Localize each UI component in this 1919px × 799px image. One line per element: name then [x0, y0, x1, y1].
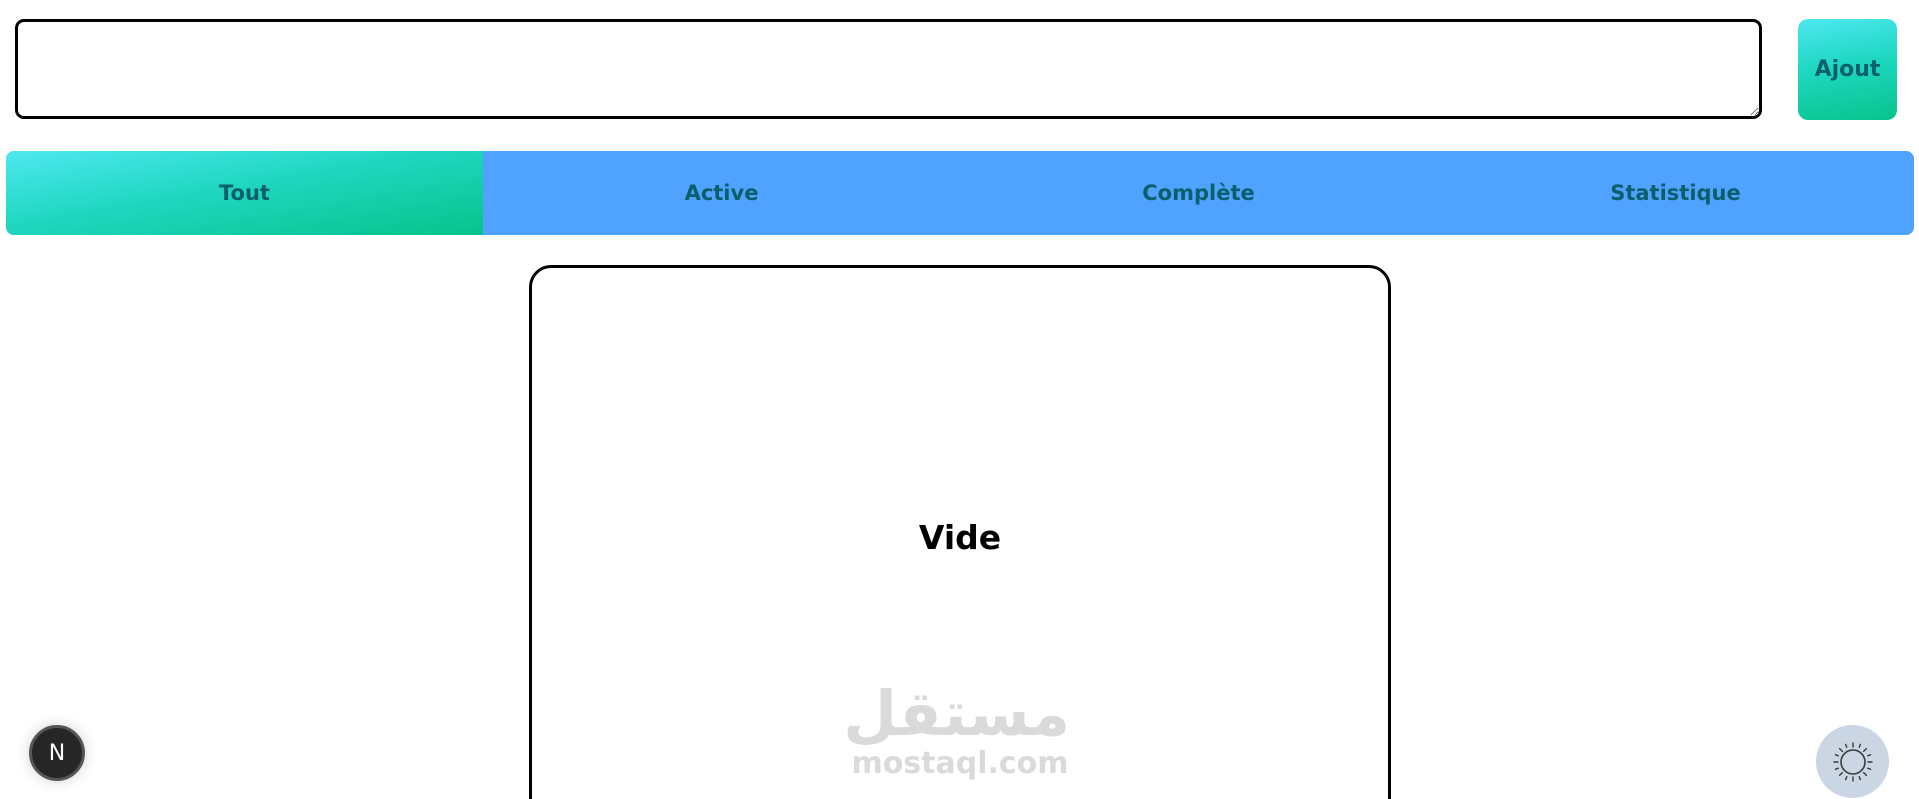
task-input[interactable] — [15, 19, 1762, 119]
tab-all[interactable]: Tout — [6, 151, 483, 235]
theme-toggle-button[interactable] — [1816, 725, 1889, 798]
nextjs-logo-icon[interactable]: N — [29, 725, 85, 781]
task-list-panel: Vide — [529, 265, 1391, 799]
add-button[interactable]: Ajout — [1798, 19, 1897, 120]
filter-tab-bar: Tout Active Complète Statistique — [6, 151, 1914, 235]
empty-state-text: Vide — [918, 518, 1002, 557]
nextjs-logo-letter: N — [48, 740, 66, 766]
tab-statistics[interactable]: Statistique — [1437, 151, 1914, 235]
tab-completed[interactable]: Complète — [960, 151, 1437, 235]
tab-active[interactable]: Active — [483, 151, 960, 235]
sun-icon — [1832, 741, 1873, 782]
page: Ajout Tout Active Complète Statistique V… — [0, 0, 1919, 799]
